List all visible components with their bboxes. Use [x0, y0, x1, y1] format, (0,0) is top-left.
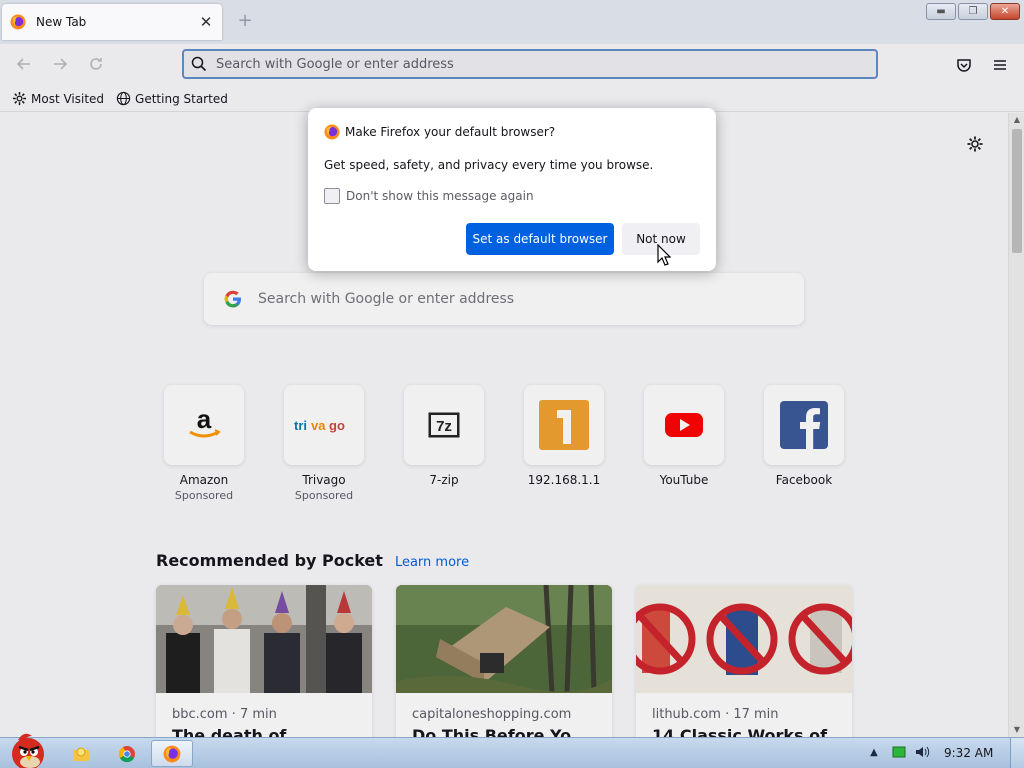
tab-title: New Tab: [36, 15, 87, 29]
taskbar-clock[interactable]: 9:32 AM: [944, 746, 993, 760]
set-default-browser-button[interactable]: Set as default browser: [466, 223, 614, 255]
taskbar: ▲ 9:32 AM: [0, 733, 1024, 768]
show-desktop-button[interactable]: [1010, 738, 1024, 768]
network-icon[interactable]: [891, 744, 907, 760]
tab-new-tab[interactable]: New Tab ✕: [2, 4, 222, 40]
minimize-button[interactable]: ▬: [926, 3, 956, 20]
dialog-title: Make Firefox your default browser?: [345, 125, 556, 139]
taskbar-firefox[interactable]: [151, 740, 193, 767]
chrome-icon: [118, 745, 135, 762]
close-window-button[interactable]: ✕: [990, 3, 1020, 20]
dialog-title-row: Make Firefox your default browser?: [324, 124, 700, 140]
tab-strip: New Tab ✕ + ▬ ❐ ✕: [0, 0, 1024, 44]
default-browser-dialog: Make Firefox your default browser? Get s…: [308, 108, 716, 271]
dont-show-again-checkbox[interactable]: Don't show this message again: [324, 188, 700, 204]
checkbox-label: Don't show this message again: [346, 189, 534, 203]
volume-icon[interactable]: [914, 744, 930, 760]
restore-button[interactable]: ❐: [958, 3, 988, 20]
tray-expand-icon[interactable]: ▲: [866, 744, 882, 760]
dialog-message: Get speed, safety, and privacy every tim…: [324, 158, 654, 172]
firefox-icon: [163, 745, 181, 762]
taskbar-chrome[interactable]: [106, 740, 148, 767]
folder-sun-icon: [73, 747, 89, 761]
mouse-cursor-icon: [657, 244, 671, 266]
firefox-icon: [324, 124, 340, 140]
start-button-angry-bird-icon[interactable]: [4, 730, 50, 768]
checkbox-box[interactable]: [324, 188, 340, 204]
new-tab-button[interactable]: +: [236, 11, 254, 31]
taskbar-explorer[interactable]: [60, 740, 102, 767]
tab-close-icon[interactable]: ✕: [198, 13, 214, 31]
firefox-icon: [10, 14, 26, 30]
